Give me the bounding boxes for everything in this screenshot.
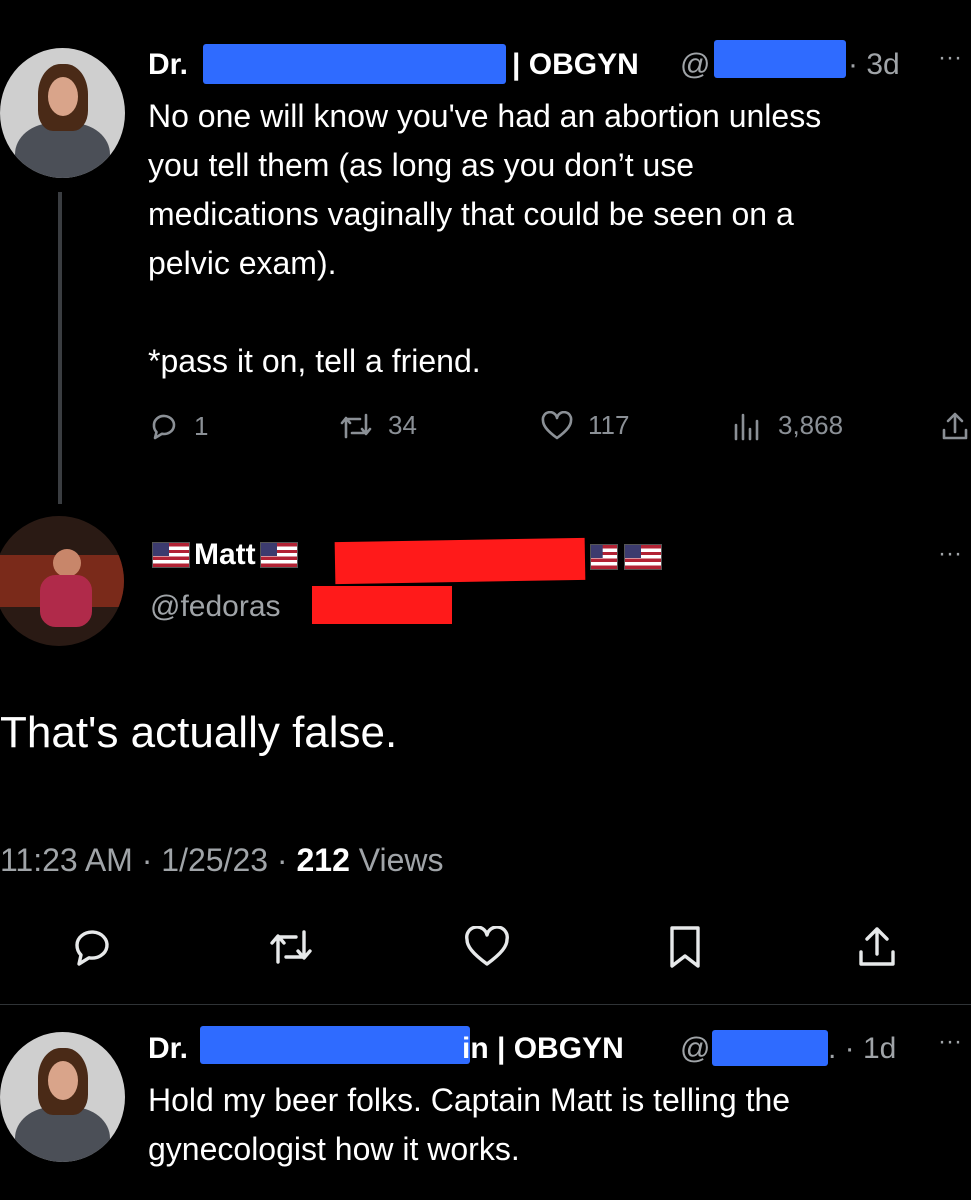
- like-button[interactable]: [462, 922, 512, 972]
- flag-group: [590, 544, 662, 570]
- tweet-line: No one will know you've had an abortion …: [148, 98, 822, 134]
- heart-icon: [465, 926, 509, 966]
- author-handle[interactable]: @: [680, 48, 710, 82]
- retweet-button[interactable]: [266, 922, 316, 972]
- thread-line: [58, 192, 62, 504]
- more-options-button[interactable]: ···: [938, 1028, 962, 1056]
- us-flag-icon: [152, 542, 190, 568]
- author-name-prefix[interactable]: Dr.: [148, 48, 188, 82]
- tweet-line: [148, 288, 971, 337]
- reply-stat[interactable]: 1: [148, 410, 208, 442]
- avatar[interactable]: [0, 48, 125, 178]
- retweet-count: 34: [388, 410, 417, 440]
- author-name-prefix[interactable]: Dr.: [148, 1032, 188, 1066]
- share-button[interactable]: [852, 922, 902, 972]
- divider: [0, 1004, 971, 1005]
- views-count: 3,868: [778, 410, 844, 440]
- tweet-line: you tell them (as long as you don’t use: [148, 147, 695, 183]
- more-options-button[interactable]: ···: [938, 540, 962, 568]
- author-name-suffix[interactable]: in | OBGYN: [462, 1032, 624, 1066]
- reply-body: That's actually false.: [0, 708, 398, 757]
- tweet-body: No one will know you've had an abortion …: [148, 92, 971, 386]
- avatar[interactable]: [0, 1032, 125, 1162]
- retweet-stat[interactable]: 34: [338, 410, 417, 441]
- retweet-icon: [270, 930, 312, 964]
- tweet-line: pelvic exam).: [148, 245, 337, 281]
- views-count: 212: [296, 842, 350, 878]
- share-icon: [940, 410, 970, 442]
- author-name-suffix[interactable]: | OBGYN: [512, 48, 639, 82]
- views-label: Views: [358, 842, 444, 878]
- reply-icon: [148, 410, 180, 442]
- tweet-meta: 11:23 AM · 1/25/23 · 212 Views: [0, 842, 444, 879]
- author-handle[interactable]: @fedoras: [150, 590, 281, 624]
- like-stat[interactable]: 117: [540, 410, 629, 441]
- avatar[interactable]: [0, 516, 124, 646]
- tweet-body: Hold my beer folks. Captain Matt is tell…: [148, 1076, 971, 1174]
- author-name: Matt: [194, 538, 256, 571]
- reply-button[interactable]: [68, 922, 118, 972]
- retweet-icon: [338, 411, 374, 441]
- timestamp[interactable]: 11:23 AM · 1/25/23 ·: [0, 842, 288, 878]
- tweet-line: medications vaginally that could be seen…: [148, 196, 794, 232]
- redaction-mark: [203, 44, 506, 84]
- us-flag-icon: [590, 544, 618, 570]
- redaction-mark: [714, 40, 846, 78]
- redaction-mark: [712, 1030, 828, 1066]
- timestamp[interactable]: . · 1d: [828, 1032, 896, 1066]
- us-flag-icon: [259, 542, 298, 568]
- tweet-line: *pass it on, tell a friend.: [148, 343, 481, 379]
- us-flag-icon: [624, 544, 662, 570]
- author-handle[interactable]: @: [680, 1032, 710, 1066]
- views-stat[interactable]: 3,868: [732, 410, 843, 441]
- redaction-mark: [200, 1026, 470, 1064]
- analytics-icon: [732, 411, 764, 441]
- tweet-line: Hold my beer folks. Captain Matt is tell…: [148, 1082, 791, 1118]
- timestamp[interactable]: · 3d: [848, 48, 900, 82]
- redaction-mark: [312, 586, 452, 624]
- heart-icon: [540, 410, 574, 441]
- tweet-line: gynecologist how it works.: [148, 1131, 520, 1167]
- like-count: 117: [588, 410, 630, 440]
- more-options-button[interactable]: ···: [938, 44, 962, 72]
- bookmark-button[interactable]: [660, 922, 710, 972]
- author-name-row[interactable]: Matt: [152, 538, 298, 572]
- share-button[interactable]: [940, 410, 970, 447]
- reply-count: 1: [194, 410, 209, 441]
- redaction-mark: [334, 537, 586, 585]
- reply-icon: [75, 930, 109, 966]
- bookmark-icon: [670, 926, 700, 968]
- share-icon: [859, 927, 895, 966]
